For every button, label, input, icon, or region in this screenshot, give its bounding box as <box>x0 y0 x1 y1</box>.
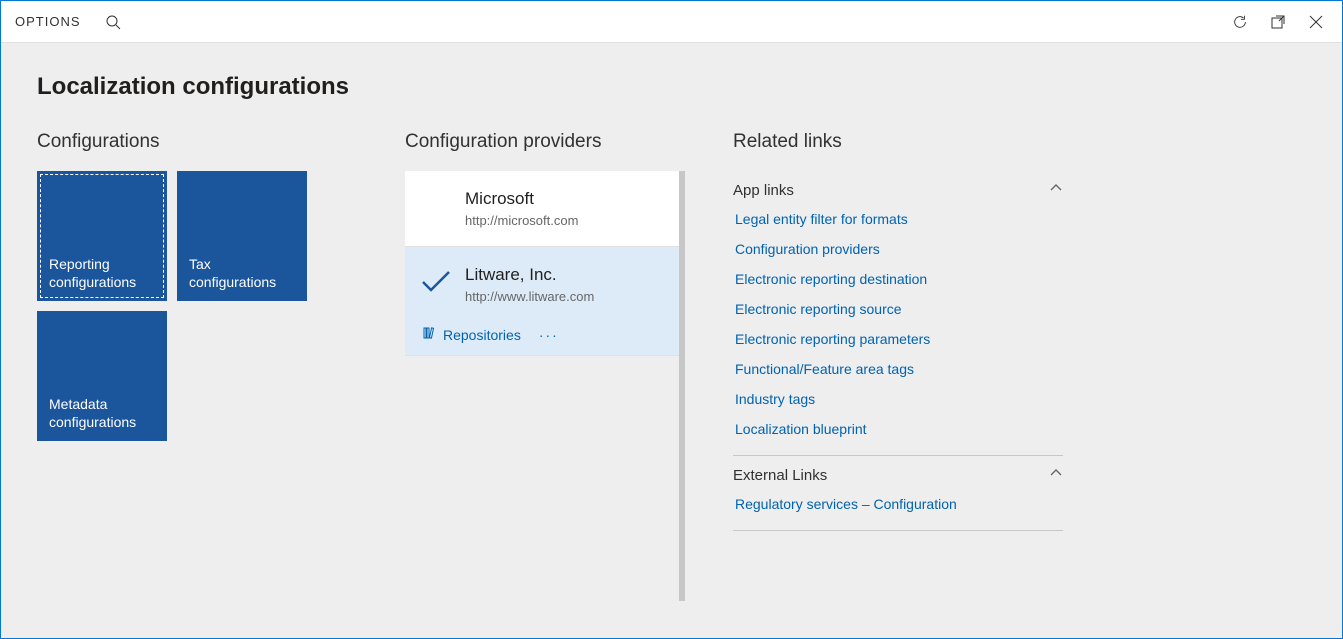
provider-url: http://www.litware.com <box>465 289 661 304</box>
tile-label: Metadata configurations <box>49 396 155 431</box>
tile-tax-configurations[interactable]: Tax configurations <box>177 171 307 301</box>
search-icon[interactable] <box>105 14 121 30</box>
providers-wrap: Microsoft http://microsoft.com Litware, … <box>405 171 685 601</box>
app-links-list: Legal entity filter for formats Configur… <box>733 211 1063 437</box>
provider-actions: Repositories ··· <box>423 326 661 343</box>
provider-url: http://microsoft.com <box>465 213 661 228</box>
topbar-left: OPTIONS <box>15 14 121 30</box>
page-title: Localization configurations <box>37 73 1306 101</box>
link-configuration-providers[interactable]: Configuration providers <box>735 241 1063 257</box>
topbar-right <box>1232 14 1328 30</box>
topbar: OPTIONS <box>1 1 1342 43</box>
workspace: Localization configurations Configuratio… <box>1 43 1342 638</box>
link-regulatory-services[interactable]: Regulatory services – Configuration <box>735 496 1063 512</box>
group-header-external-links[interactable]: External Links <box>733 466 1063 484</box>
link-feature-tags[interactable]: Functional/Feature area tags <box>735 361 1063 377</box>
providers-heading: Configuration providers <box>405 131 685 153</box>
group-title: External Links <box>733 467 827 484</box>
link-er-parameters[interactable]: Electronic reporting parameters <box>735 331 1063 347</box>
provider-name: Microsoft <box>465 189 661 209</box>
provider-card-litware[interactable]: Litware, Inc. http://www.litware.com Rep… <box>405 247 679 356</box>
group-app-links: App links Legal entity filter for format… <box>733 171 1063 456</box>
chevron-up-icon <box>1049 181 1063 199</box>
chevron-up-icon <box>1049 466 1063 484</box>
repositories-label: Repositories <box>443 327 521 343</box>
provider-card-microsoft[interactable]: Microsoft http://microsoft.com <box>405 171 679 247</box>
group-title: App links <box>733 182 794 199</box>
link-legal-entity-filter[interactable]: Legal entity filter for formats <box>735 211 1063 227</box>
group-header-app-links[interactable]: App links <box>733 181 1063 199</box>
tile-label: Reporting configurations <box>49 256 155 291</box>
link-industry-tags[interactable]: Industry tags <box>735 391 1063 407</box>
provider-name: Litware, Inc. <box>465 265 661 285</box>
tile-metadata-configurations[interactable]: Metadata configurations <box>37 311 167 441</box>
books-icon <box>423 326 437 343</box>
repositories-link[interactable]: Repositories <box>423 326 521 343</box>
related-links-section: Related links App links Legal entity fil… <box>733 131 1063 531</box>
group-external-links: External Links Regulatory services – Con… <box>733 456 1063 531</box>
tiles: Reporting configurations Tax configurati… <box>37 171 357 441</box>
close-icon[interactable] <box>1308 14 1324 30</box>
configurations-heading: Configurations <box>37 131 357 153</box>
refresh-icon[interactable] <box>1232 14 1248 30</box>
provider-list[interactable]: Microsoft http://microsoft.com Litware, … <box>405 171 685 601</box>
link-er-destination[interactable]: Electronic reporting destination <box>735 271 1063 287</box>
providers-section: Configuration providers Microsoft http:/… <box>405 131 685 601</box>
options-menu[interactable]: OPTIONS <box>15 14 81 29</box>
configurations-section: Configurations Reporting configurations … <box>37 131 357 441</box>
more-actions[interactable]: ··· <box>539 327 559 343</box>
related-links-heading: Related links <box>733 131 1063 153</box>
external-links-list: Regulatory services – Configuration <box>733 496 1063 512</box>
check-icon <box>419 267 453 300</box>
link-er-source[interactable]: Electronic reporting source <box>735 301 1063 317</box>
popout-icon[interactable] <box>1270 14 1286 30</box>
tile-label: Tax configurations <box>189 256 295 291</box>
tile-reporting-configurations[interactable]: Reporting configurations <box>37 171 167 301</box>
columns: Configurations Reporting configurations … <box>37 131 1306 601</box>
link-localization-blueprint[interactable]: Localization blueprint <box>735 421 1063 437</box>
